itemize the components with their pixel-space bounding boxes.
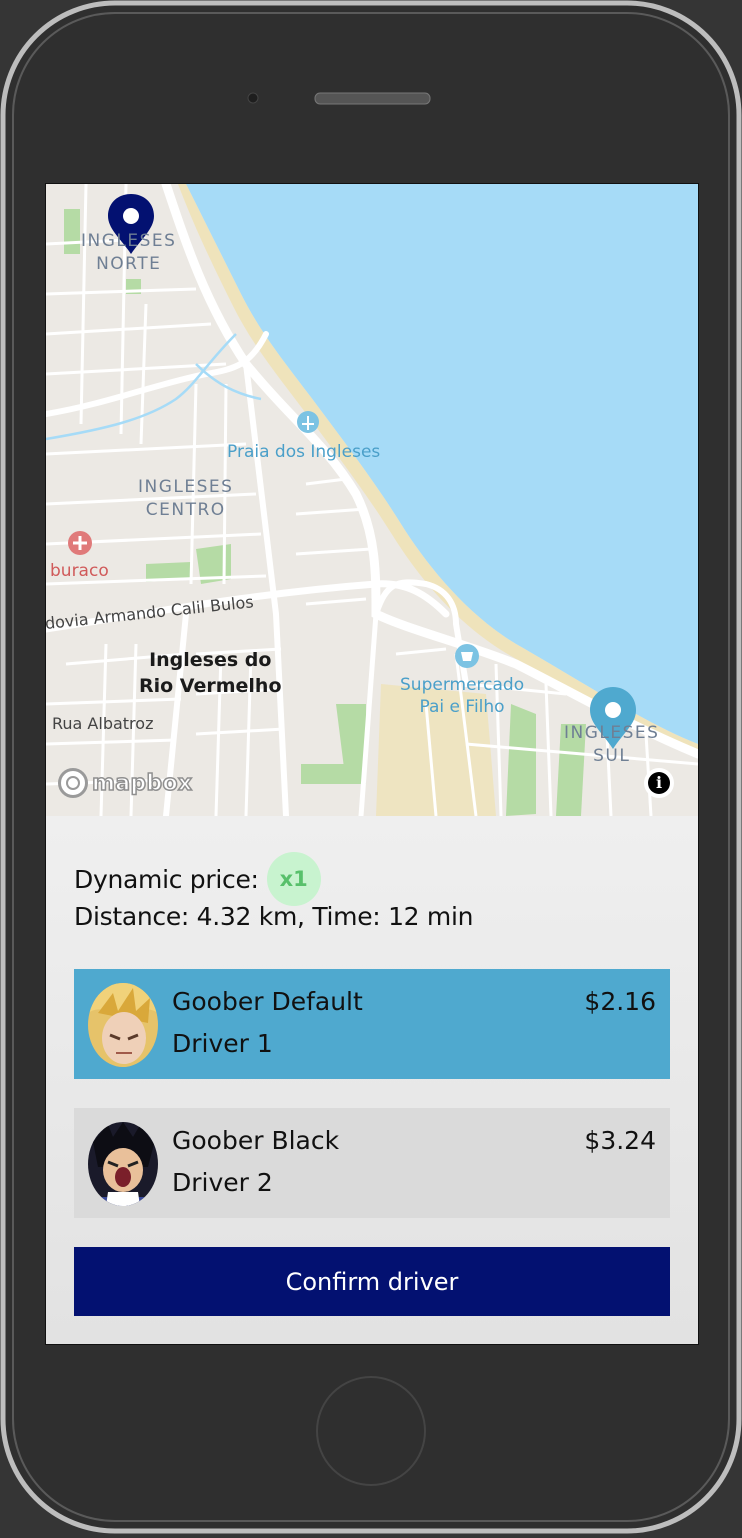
driver-name: Driver 2 [172, 1168, 273, 1197]
map-info-button[interactable]: i [644, 768, 674, 798]
distance-time-text: Distance: 4.32 km, Time: 12 min [74, 902, 474, 931]
mapbox-wordmark: mapbox [91, 770, 193, 797]
dynamic-multiplier-badge: x1 [266, 852, 321, 906]
map-label-buraco: buraco [50, 561, 109, 581]
ride-price: $3.24 [584, 1126, 656, 1155]
driver-2-avatar-image [88, 1122, 158, 1206]
map-label-rua-albatroz: Rua Albatroz [52, 714, 154, 733]
driver-1-avatar-image [88, 983, 158, 1067]
dynamic-price-row: Dynamic price: x1 [74, 852, 321, 906]
map-label-ingleses-norte: INGLESES NORTE [81, 231, 177, 274]
map-label-rio-vermelho: Ingleses do Rio Vermelho [139, 649, 282, 697]
map-label-praia: Praia dos Ingleses [227, 442, 381, 462]
home-button [316, 1376, 426, 1486]
service-name: Goober Black [172, 1126, 340, 1155]
speaker-grille [314, 92, 431, 105]
driver-avatar [88, 983, 158, 1067]
ride-price: $2.16 [584, 987, 656, 1016]
mapbox-logo[interactable]: mapbox [58, 768, 193, 798]
info-icon: i [648, 772, 670, 794]
front-camera [247, 92, 259, 104]
map-label-ingleses-centro: INGLESES CENTRO [138, 477, 234, 520]
app-screen: INGLESES NORTE Praia dos Ingleses INGLES… [46, 184, 698, 1344]
driver-name: Driver 1 [172, 1029, 273, 1058]
service-name: Goober Default [172, 987, 363, 1016]
driver-card-goober-black[interactable]: Goober Black Driver 2 $3.24 [74, 1108, 670, 1218]
dynamic-price-label: Dynamic price: [74, 864, 259, 894]
route-map[interactable]: INGLESES NORTE Praia dos Ingleses INGLES… [46, 184, 698, 816]
map-label-supermercado: Supermercado Pai e Filho [400, 675, 525, 717]
driver-card-goober-default[interactable]: Goober Default Driver 1 $2.16 [74, 969, 670, 1079]
mapbox-logo-icon [58, 768, 88, 798]
driver-avatar [88, 1122, 158, 1206]
map-label-ingleses-sul: INGLESES SUL [564, 723, 660, 766]
confirm-driver-button[interactable]: Confirm driver [74, 1247, 670, 1316]
